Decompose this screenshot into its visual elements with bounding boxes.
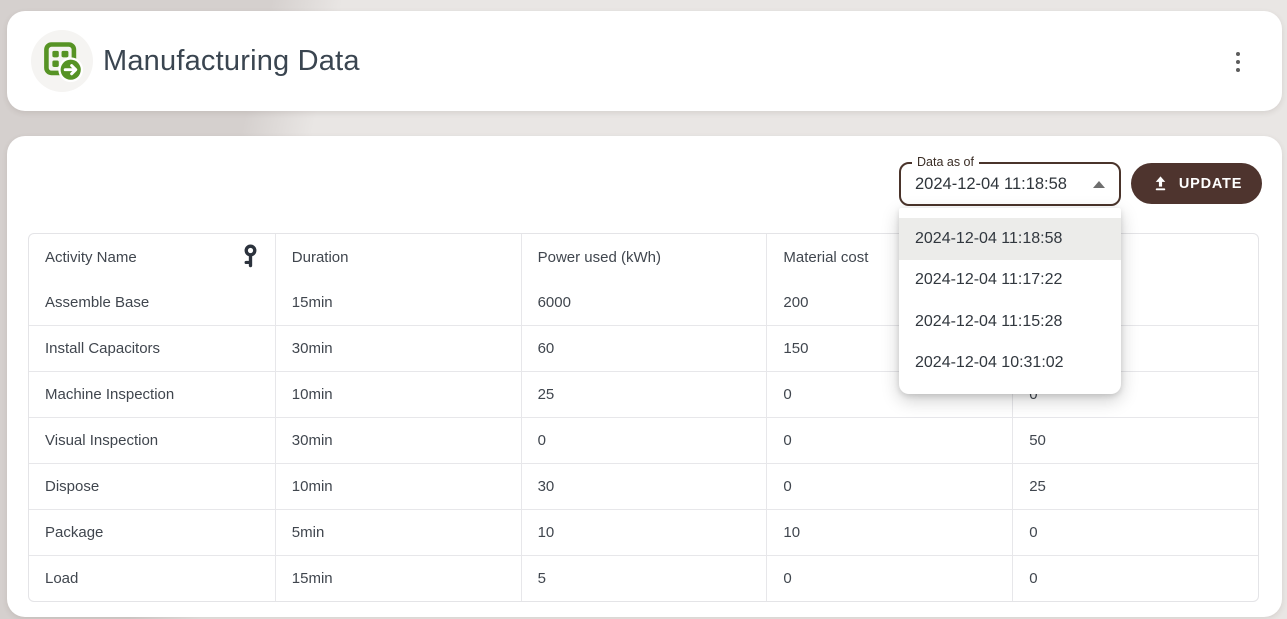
primary-key-icon xyxy=(242,244,259,270)
app-icon-plate xyxy=(31,30,93,92)
data-as-of-dropdown-menu: 2024-12-04 11:18:58 2024-12-04 11:17:22 … xyxy=(899,208,1121,394)
table-cell-power-used: 0 xyxy=(521,418,767,463)
table-cell-activity-name: Install Capacitors xyxy=(29,326,275,371)
upload-icon xyxy=(1151,174,1170,193)
table-cell-activity-name: Package xyxy=(29,510,275,555)
table-cell-material-cost: 0 xyxy=(766,464,1012,509)
data-as-of-label: Data as of xyxy=(912,155,979,169)
table-cell-power-used: 60 xyxy=(521,326,767,371)
table-cell-activity-name: Machine Inspection xyxy=(29,372,275,417)
table-cell-duration: 15min xyxy=(275,280,521,325)
menu-option[interactable]: 2024-12-04 11:15:28 xyxy=(899,301,1121,343)
table-row: Package 5min 10 10 0 xyxy=(29,509,1258,555)
chevron-up-icon xyxy=(1093,181,1105,188)
table-cell-duration: 15min xyxy=(275,556,521,601)
table-cell-material-cost: 0 xyxy=(766,418,1012,463)
table-cell-extra: 0 xyxy=(1012,510,1258,555)
table-cell-power-used: 25 xyxy=(521,372,767,417)
menu-option[interactable]: 2024-12-04 11:18:58 xyxy=(899,218,1121,260)
table-row: Visual Inspection 30min 0 0 50 xyxy=(29,417,1258,463)
table-cell-power-used: 6000 xyxy=(521,280,767,325)
table-cell-activity-name: Dispose xyxy=(29,464,275,509)
factory-data-export-icon xyxy=(40,39,84,83)
data-as-of-value: 2024-12-04 11:18:58 xyxy=(915,175,1067,194)
page-title: Manufacturing Data xyxy=(103,11,360,111)
update-button-label: UPDATE xyxy=(1179,176,1242,192)
table-cell-activity-name: Assemble Base xyxy=(29,280,275,325)
table-cell-extra: 50 xyxy=(1012,418,1258,463)
update-button[interactable]: UPDATE xyxy=(1131,163,1262,204)
table-cell-duration: 30min xyxy=(275,418,521,463)
column-header-power-used: Power used (kWh) xyxy=(521,234,767,280)
menu-option[interactable]: 2024-12-04 11:17:22 xyxy=(899,260,1121,302)
table-row: Dispose 10min 30 0 25 xyxy=(29,463,1258,509)
column-header-duration: Duration xyxy=(275,234,521,280)
table-row: Load 15min 5 0 0 xyxy=(29,555,1258,601)
table-cell-power-used: 5 xyxy=(521,556,767,601)
table-cell-duration: 30min xyxy=(275,326,521,371)
table-cell-extra: 25 xyxy=(1012,464,1258,509)
data-as-of-select[interactable]: Data as of 2024-12-04 11:18:58 xyxy=(899,162,1121,206)
table-cell-power-used: 30 xyxy=(521,464,767,509)
content-card: Data as of 2024-12-04 11:18:58 UPDATE Ac… xyxy=(7,136,1282,617)
table-cell-duration: 10min xyxy=(275,464,521,509)
column-header-activity-name: Activity Name xyxy=(29,234,275,280)
table-cell-activity-name: Load xyxy=(29,556,275,601)
table-cell-duration: 5min xyxy=(275,510,521,555)
table-cell-material-cost: 10 xyxy=(766,510,1012,555)
menu-option[interactable]: 2024-12-04 10:31:02 xyxy=(899,343,1121,385)
table-cell-material-cost: 0 xyxy=(766,556,1012,601)
table-cell-extra: 0 xyxy=(1012,556,1258,601)
table-cell-power-used: 10 xyxy=(521,510,767,555)
table-cell-duration: 10min xyxy=(275,372,521,417)
table-cell-activity-name: Visual Inspection xyxy=(29,418,275,463)
header-card: Manufacturing Data xyxy=(7,11,1282,111)
kebab-menu-icon[interactable] xyxy=(1220,41,1256,83)
